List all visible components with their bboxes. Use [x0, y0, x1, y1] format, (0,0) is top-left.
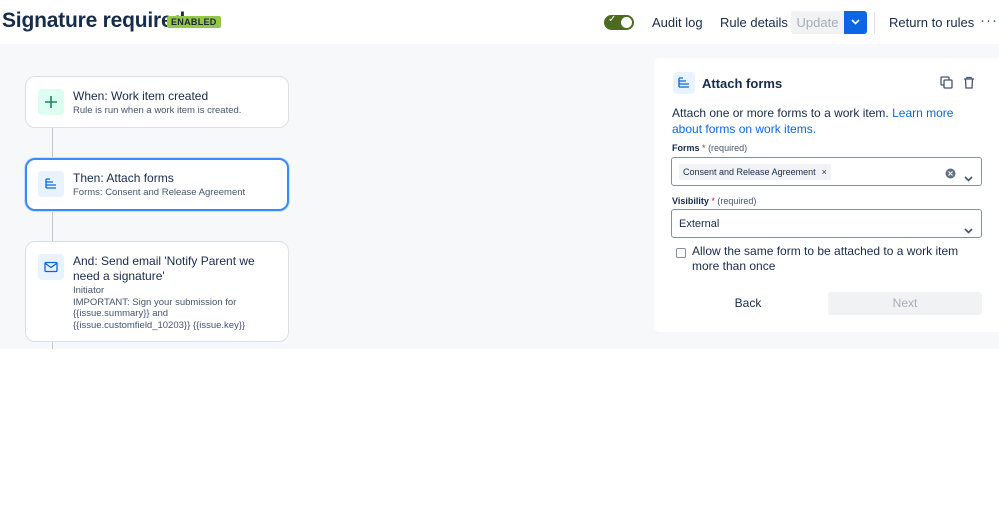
update-options-button[interactable]	[844, 11, 867, 34]
email-body-line: {{issue.summary}} and	[73, 308, 169, 319]
header-divider	[874, 12, 875, 34]
status-badge: ENABLED	[167, 16, 221, 28]
chip-label: Consent and Release Agreement	[683, 167, 816, 177]
app-canvas: Signature required ENABLED ✓ Audit log R…	[0, 0, 999, 528]
trigger-title: When: Work item created	[73, 89, 209, 103]
flow-connector	[52, 128, 53, 158]
back-button[interactable]: Back	[670, 292, 826, 315]
check-icon: ✓	[608, 14, 617, 25]
action-subtitle: Forms: Consent and Release Agreement	[73, 187, 246, 198]
form-icon	[38, 171, 64, 197]
remove-chip-icon[interactable]: ×	[822, 167, 827, 177]
action-title: Then: Attach forms	[73, 171, 174, 185]
send-email-action-card[interactable]: And: Send email 'Notify Parent we need a…	[25, 241, 289, 342]
page-title: Signature required	[2, 9, 186, 32]
chevron-down-icon	[851, 19, 860, 25]
attach-forms-panel: Attach forms Attach one or more forms to…	[654, 58, 999, 332]
toggle-knob	[621, 17, 632, 28]
selected-form-chip: Consent and Release Agreement ×	[679, 164, 831, 180]
chevron-down-icon[interactable]	[964, 169, 973, 187]
trigger-card[interactable]: When: Work item created Rule is run when…	[25, 76, 289, 128]
visibility-value: External	[679, 218, 720, 230]
description-text: Attach one or more forms to a work item.	[672, 106, 889, 120]
email-title: And: Send email 'Notify Parent we need a…	[73, 254, 255, 283]
clear-selection-icon[interactable]	[945, 166, 956, 184]
audit-log-button[interactable]: Audit log	[652, 15, 703, 30]
panel-description: Attach one or more forms to a work item.…	[672, 105, 982, 137]
visibility-select[interactable]: External	[671, 209, 982, 238]
allow-duplicate-label: Allow the same form to be attached to a …	[692, 244, 959, 273]
forms-label: Forms * (required)	[672, 143, 748, 153]
plus-icon	[38, 89, 64, 115]
rule-details-button[interactable]: Rule details	[720, 15, 788, 30]
allow-duplicate-checkbox[interactable]	[676, 248, 686, 258]
update-button[interactable]: Update	[791, 11, 844, 34]
visibility-label: Visibility * (required)	[672, 196, 757, 206]
flow-connector	[52, 342, 53, 349]
return-to-rules-button[interactable]: Return to rules	[889, 15, 974, 30]
duplicate-icon[interactable]	[940, 76, 953, 94]
email-body-line: {{issue.customfield_10203}} {{issue.key}…	[73, 320, 246, 331]
next-button[interactable]: Next	[828, 292, 982, 315]
chevron-down-icon[interactable]	[964, 221, 973, 239]
delete-icon[interactable]	[963, 76, 975, 94]
rule-enabled-toggle[interactable]: ✓	[604, 14, 634, 30]
form-icon	[673, 72, 695, 94]
flow-connector	[52, 211, 53, 241]
more-options-icon[interactable]: ···	[980, 12, 998, 29]
forms-select[interactable]: Consent and Release Agreement ×	[671, 157, 982, 186]
panel-title: Attach forms	[702, 76, 783, 91]
email-recipient: Initiator	[73, 285, 105, 296]
attach-forms-action-card[interactable]: Then: Attach forms Forms: Consent and Re…	[25, 158, 289, 211]
mail-icon	[38, 254, 64, 280]
trigger-subtitle: Rule is run when a work item is created.	[73, 105, 242, 116]
